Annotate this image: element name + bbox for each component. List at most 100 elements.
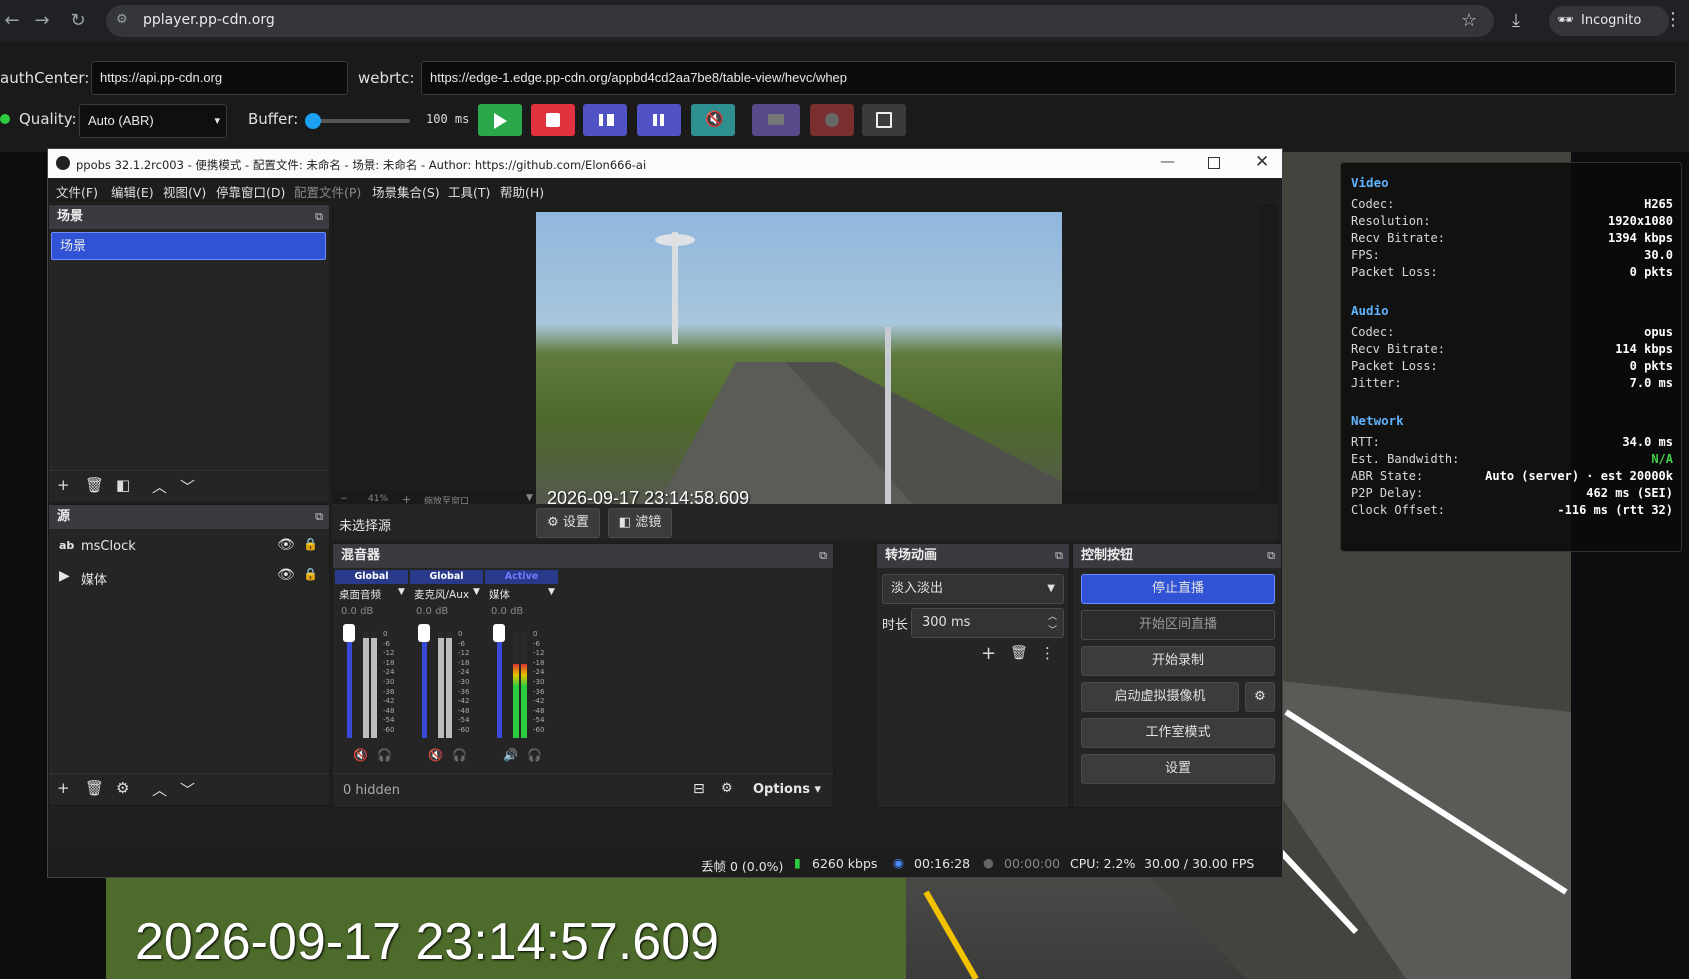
zoom-out-icon[interactable]: − xyxy=(340,494,348,504)
buffer-slider[interactable] xyxy=(305,113,410,129)
record-icon xyxy=(825,113,839,127)
eye-icon[interactable]: 👁 xyxy=(277,537,295,553)
stop-button[interactable] xyxy=(531,104,575,136)
source-settings-button[interactable]: ⚙ 设置 xyxy=(536,508,600,538)
virtual-camera-button[interactable]: 启动虚拟摄像机 xyxy=(1081,682,1239,712)
volume-fader-knob[interactable] xyxy=(418,624,430,642)
trash-icon[interactable]: 🗑 xyxy=(85,779,104,797)
url-text[interactable]: pplayer.pp-cdn.org xyxy=(143,12,275,28)
muted-speaker-icon[interactable]: 🔇 xyxy=(428,748,443,762)
mixer-header: 混音器 xyxy=(333,544,833,568)
back-icon[interactable]: ← xyxy=(0,9,24,33)
reload-icon[interactable]: ↻ xyxy=(66,9,90,33)
incognito-badge[interactable]: 🕶 Incognito xyxy=(1549,6,1669,36)
menu-item[interactable]: 停靠窗口(D) xyxy=(216,182,285,201)
transition-select[interactable]: 淡入淡出 ▼ xyxy=(882,574,1064,604)
speaker-icon[interactable]: 🔊 xyxy=(503,748,518,762)
options-button[interactable]: Options ▾ xyxy=(753,782,821,797)
volume-fader[interactable] xyxy=(343,624,355,738)
undock-icon[interactable]: ⧉ xyxy=(315,510,323,524)
headphone-icon[interactable]: 🎧 xyxy=(377,748,392,762)
start-interval-button[interactable]: 开始区间直播 xyxy=(1081,610,1275,640)
download-icon[interactable]: ⤓ xyxy=(1512,10,1520,31)
menu-item[interactable]: 帮助(H) xyxy=(500,182,544,201)
more-icon[interactable]: ⋮ xyxy=(1040,644,1055,662)
stat-row: P2P Delay: 462 ms (SEI) xyxy=(1351,486,1673,504)
undock-icon[interactable]: ⧉ xyxy=(1267,549,1275,563)
stat-row: Jitter: 7.0 ms xyxy=(1351,376,1673,394)
preview-canvas[interactable]: 2026-09-17 23:14:58.609 xyxy=(334,204,1260,508)
chevron-down-icon[interactable]: ▼ xyxy=(548,587,555,597)
trash-icon[interactable]: 🗑 xyxy=(85,476,104,494)
chevron-down-icon[interactable]: ▼ xyxy=(398,587,405,597)
more-menu-icon[interactable]: ⋮ xyxy=(1664,9,1682,30)
virtual-camera-settings-button[interactable]: ⚙ xyxy=(1245,682,1275,712)
minimize-icon[interactable]: — xyxy=(1160,152,1175,170)
up-icon[interactable]: ︿ xyxy=(152,779,167,800)
up-icon[interactable]: ︿ xyxy=(152,476,167,497)
gear-icon[interactable]: ⚙ xyxy=(116,779,129,797)
settings-button[interactable]: 设置 xyxy=(1081,754,1275,784)
site-info-icon[interactable]: ⚙ xyxy=(116,12,132,28)
stream-time: 00:16:28 xyxy=(914,856,971,871)
menu-item[interactable]: 视图(V) xyxy=(163,182,206,201)
headphone-icon[interactable]: 🎧 xyxy=(527,748,542,762)
down-icon[interactable]: ﹀ xyxy=(180,779,195,800)
auth-input[interactable]: https://api.pp-cdn.org xyxy=(91,61,348,95)
start-record-button[interactable]: 开始录制 xyxy=(1081,646,1275,676)
filter-icon[interactable]: ◧ xyxy=(116,476,130,494)
stop-stream-button[interactable]: 停止直播 xyxy=(1081,574,1275,604)
cpu-usage: CPU: 2.2% xyxy=(1070,856,1136,871)
volume-fader[interactable] xyxy=(418,624,430,738)
record-button[interactable] xyxy=(810,104,854,136)
volume-fader-knob[interactable] xyxy=(493,624,505,642)
undock-icon[interactable]: ⧉ xyxy=(1055,549,1063,563)
menu-item[interactable]: 场景集合(S) xyxy=(372,182,440,201)
quality-select[interactable]: Auto (ABR) ▾ xyxy=(79,104,227,138)
undock-icon[interactable]: ⧉ xyxy=(819,549,827,563)
forward-icon[interactable]: → xyxy=(30,9,54,33)
volume-fader-knob[interactable] xyxy=(343,624,355,642)
duration-input[interactable]: 300 ms ︿ ﹀ xyxy=(911,608,1064,638)
mute-button[interactable]: 🔇 xyxy=(691,104,735,136)
fullscreen-button[interactable] xyxy=(862,104,906,136)
stat-label: FPS: xyxy=(1351,248,1380,262)
add-icon[interactable]: + xyxy=(981,643,996,664)
address-bar[interactable] xyxy=(106,5,1494,37)
layout-icon[interactable]: ⊟ xyxy=(693,781,705,797)
eye-icon[interactable]: 👁 xyxy=(277,567,295,583)
chevron-down-icon[interactable]: ▼ xyxy=(473,587,480,597)
bookmark-star-icon[interactable]: ☆ xyxy=(1461,10,1477,31)
source-item[interactable]: ab msClock 👁 🔒 xyxy=(49,533,329,561)
trash-icon[interactable]: 🗑 xyxy=(1010,645,1028,661)
studio-mode-button[interactable]: 工作室模式 xyxy=(1081,718,1275,748)
play-button[interactable] xyxy=(478,104,522,136)
scene-item[interactable]: 场景 xyxy=(51,232,326,260)
lock-icon[interactable]: 🔒 xyxy=(303,567,318,581)
filters-button[interactable]: ◧ 滤镜 xyxy=(608,508,672,538)
menu-item[interactable]: 编辑(E) xyxy=(111,182,154,201)
pause-alt-button[interactable] xyxy=(637,104,681,136)
camera-button[interactable] xyxy=(752,104,800,136)
menu-item[interactable]: 配置文件(P) xyxy=(294,182,361,201)
stepper-down-icon[interactable]: ﹀ xyxy=(1048,617,1057,645)
menu-item[interactable]: 工具(T) xyxy=(448,182,490,201)
add-icon[interactable]: + xyxy=(57,779,70,797)
add-icon[interactable]: + xyxy=(57,476,70,494)
buffer-slider-knob[interactable] xyxy=(305,113,321,129)
webrtc-input[interactable]: https://edge-1.edge.pp-cdn.org/appbd4cd2… xyxy=(421,61,1676,95)
pause-button[interactable] xyxy=(583,104,627,136)
down-icon[interactable]: ﹀ xyxy=(180,476,195,497)
muted-speaker-icon[interactable]: 🔇 xyxy=(353,748,368,762)
menu-item[interactable]: 文件(F) xyxy=(56,182,98,201)
maximize-icon[interactable] xyxy=(1208,157,1220,169)
volume-fader[interactable] xyxy=(493,624,505,738)
close-icon[interactable]: ✕ xyxy=(1255,152,1269,172)
headphone-icon[interactable]: 🎧 xyxy=(452,748,467,762)
chevron-down-icon[interactable]: ▼ xyxy=(526,493,533,503)
advanced-audio-icon[interactable]: ⚙ xyxy=(721,781,733,796)
undock-icon[interactable]: ⧉ xyxy=(315,210,323,224)
source-item[interactable]: ▶ 媒体 👁 🔒 xyxy=(49,563,329,591)
meter-tick: -54 xyxy=(458,716,470,725)
lock-icon[interactable]: 🔒 xyxy=(303,537,318,551)
